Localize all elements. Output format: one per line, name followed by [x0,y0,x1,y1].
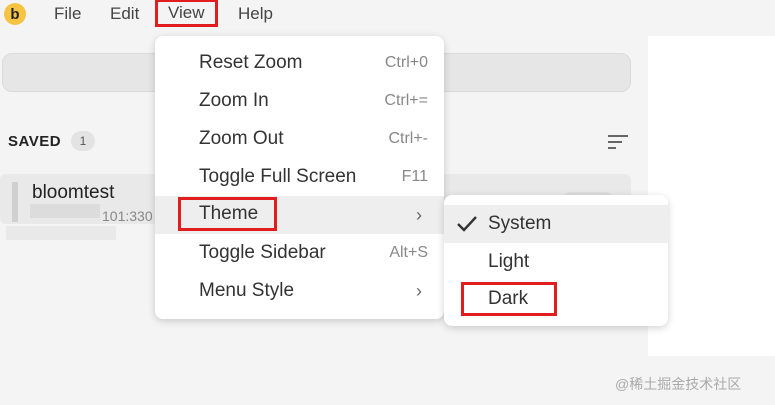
menu-edit[interactable]: Edit [110,4,139,24]
menu-item-shortcut: Alt+S [389,244,428,261]
menu-item-label: Menu Style [199,280,295,301]
menu-item-reset-zoom[interactable]: Reset Zoom Ctrl+0 [155,44,444,82]
theme-option-label: System [488,213,552,234]
menu-item-shortcut: Ctrl+= [384,92,428,109]
theme-option-label: Light [488,251,530,272]
connection-color-bar [12,182,18,222]
theme-option-light[interactable]: Light [444,243,668,281]
menu-item-toggle-full-screen[interactable]: Toggle Full Screen F11 [155,158,444,196]
sort-icon[interactable] [608,134,628,150]
theme-option-label: Dark [460,282,558,316]
connection-name: bloomtest [32,182,115,203]
menu-item-toggle-sidebar[interactable]: Toggle Sidebar Alt+S [155,234,444,272]
menu-item-menu-style[interactable]: Menu Style › [155,272,444,310]
menu-item-zoom-out[interactable]: Zoom Out Ctrl+- [155,120,444,158]
saved-count-badge: 1 [71,131,95,151]
app-logo-letter: b [10,5,20,23]
menu-item-label: Toggle Full Screen [199,166,357,187]
menu-item-label: Reset Zoom [199,52,303,73]
view-menu-dropdown: Reset Zoom Ctrl+0 Zoom In Ctrl+= Zoom Ou… [155,36,444,319]
theme-option-dark[interactable]: Dark [444,281,668,319]
menu-help[interactable]: Help [238,4,273,24]
menu-file[interactable]: File [54,4,81,24]
menu-item-label: Zoom Out [199,128,284,149]
menu-item-label: Zoom In [199,90,269,111]
menu-item-shortcut: Ctrl+0 [384,54,428,71]
chevron-right-icon: › [416,205,422,225]
check-icon [457,216,477,232]
menu-item-label: Toggle Sidebar [199,242,326,263]
chevron-right-icon: › [416,281,422,301]
app-logo: b [4,3,26,25]
watermark-text: @稀土掘金技术社区 [615,376,742,392]
blurred-text [30,204,100,218]
blurred-text [6,226,116,240]
theme-option-system[interactable]: System [444,205,668,243]
menu-view[interactable]: View [155,0,218,27]
menu-item-theme[interactable]: Theme › [155,196,444,234]
saved-header: SAVED [8,133,62,150]
menu-bar: b File Edit View Help [0,0,775,28]
menu-item-zoom-in[interactable]: Zoom In Ctrl+= [155,82,444,120]
menu-item-shortcut: F11 [401,168,428,185]
menu-item-shortcut: Ctrl+- [388,130,428,147]
connection-subtitle: 101:330 [102,208,153,224]
menu-item-label: Theme [177,197,278,231]
theme-submenu: System Light Dark [444,195,668,326]
